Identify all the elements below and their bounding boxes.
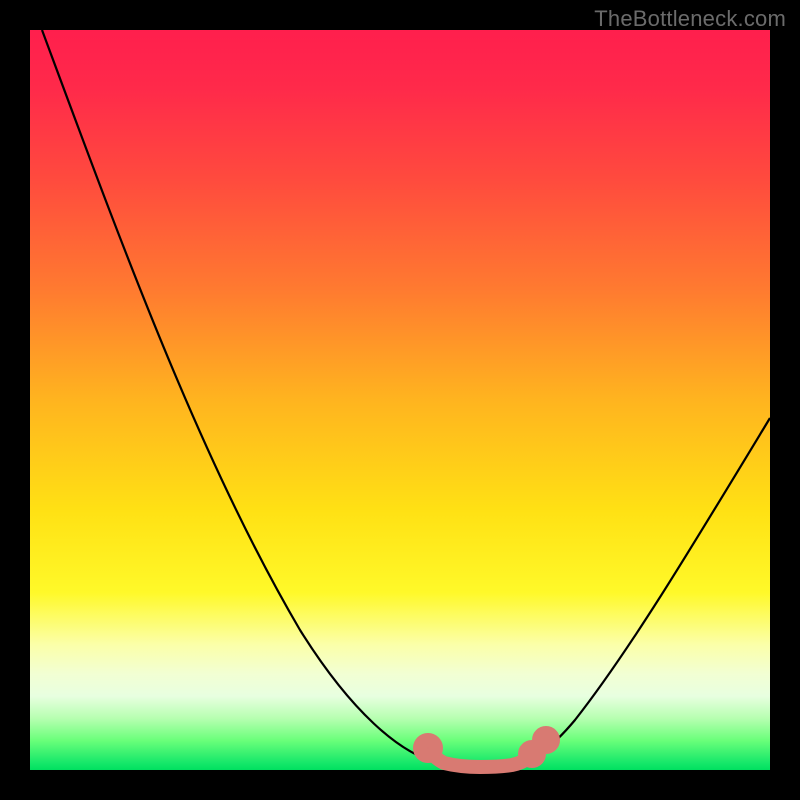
curve-layer: [30, 30, 770, 770]
plot-area: [30, 30, 770, 770]
chart-frame: TheBottleneck.com: [0, 0, 800, 800]
bottleneck-curve-path: [42, 30, 770, 766]
optimal-zone-highlight: [420, 733, 553, 767]
watermark-label: TheBottleneck.com: [594, 6, 786, 32]
